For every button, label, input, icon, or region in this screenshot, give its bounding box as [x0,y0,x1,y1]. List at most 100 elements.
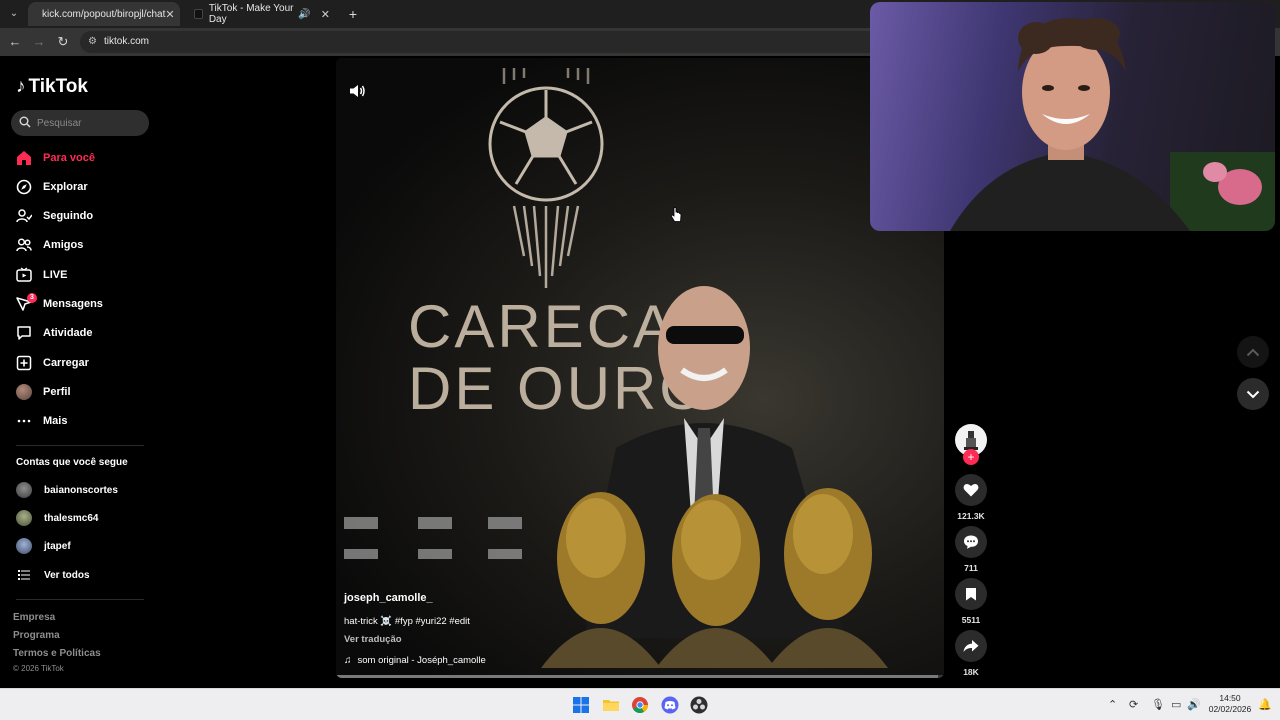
nav-item-label: Seguindo [43,210,94,222]
nav-item-amigos[interactable]: Amigos [16,235,83,255]
nav-item-mensagens[interactable]: 3 Mensagens [16,293,103,314]
avatar [16,510,32,526]
sync-icon[interactable]: ⟳ [1129,698,1138,711]
nav-item-label: LIVE [43,269,68,281]
bookmark-icon[interactable] [955,578,987,610]
following-account[interactable]: baianonscortes [16,481,118,499]
comment-count: 711 [964,563,978,573]
list-icon [16,567,32,583]
see-all-label: Ver todos [44,569,90,581]
tab-title: kick.com/popout/biropjl/chat [42,8,166,20]
nav-item-label: Para você [43,152,95,164]
search-box[interactable] [11,110,149,136]
avatar [16,538,32,554]
see-all-link[interactable]: Ver todos [16,566,90,584]
compass-icon [16,179,32,195]
activity-icon [16,325,32,341]
streamer-photo [950,18,1275,231]
display-icon[interactable]: ▭ [1171,698,1181,711]
video-progress-bar[interactable] [336,675,944,678]
close-tab-icon[interactable]: ✕ [321,8,330,21]
address-text: tiktok.com [104,36,150,47]
forward-arrow-icon[interactable]: → [30,33,48,51]
previous-video-button[interactable] [1237,336,1269,368]
save-count: 5511 [961,615,981,625]
chevron-up-icon [1246,348,1260,356]
account-name: jtapef [44,540,71,552]
avatar [16,482,32,498]
messages-badge: 3 [27,293,37,303]
tab-kick-chat[interactable]: kick.com/popout/biropjl/chat ✕ [28,2,180,26]
save-action[interactable]: 5511 [955,578,987,625]
tab-audio-icon[interactable]: 🔊 [298,9,310,20]
tab-search-chevron-icon[interactable]: ⌄ [6,6,22,22]
share-count: 18K [963,667,979,677]
video-description: hat-trick ☠️ #fyp #yuri22 #edit [344,616,470,627]
following-icon [16,208,32,224]
back-arrow-icon[interactable]: ← [6,33,24,51]
speaker-icon[interactable]: 🔊 [1187,698,1201,711]
microphone-icon[interactable]: 🎙 [1151,698,1165,711]
nav-item-perfil[interactable]: Perfil [16,382,71,402]
copyright: © 2026 TikTok [13,664,64,673]
tiktok-logo[interactable]: ♪ TikTok [16,76,88,98]
nav-item-label: Atividade [43,327,93,339]
notification-bell-icon[interactable]: 🔔 [1258,698,1272,711]
site-info-icon[interactable]: ⚙ [88,31,97,53]
nav-item-para-voce[interactable]: Para você [16,148,95,168]
tab-tiktok[interactable]: TikTok - Make Your Day 🔊 ✕ [186,2,338,26]
address-input[interactable]: ⚙ tiktok.com [80,31,880,53]
volume-icon[interactable] [348,82,366,100]
footer-link-termos[interactable]: Termos e Políticas [13,648,101,659]
nav-item-explorar[interactable]: Explorar [16,177,88,197]
nav-item-live[interactable]: LIVE [16,265,67,285]
following-account[interactable]: thalesmc64 [16,509,98,527]
ball-emblem-graphic [488,68,604,288]
nav-item-label: Explorar [43,181,88,193]
nav-item-atividade[interactable]: Atividade [16,323,93,343]
music-note-icon: ♫ [344,655,352,666]
file-explorer-icon[interactable] [602,696,620,714]
following-account[interactable]: jtapef [16,537,71,555]
nav-item-label: Mais [43,415,68,427]
nav-item-mais[interactable]: Mais [16,411,67,431]
footer-link-programa[interactable]: Programa [13,630,60,641]
comment-icon[interactable] [955,526,987,558]
chrome-icon[interactable] [631,696,649,714]
tiktok-sidebar: ♪ TikTok Para você Explorar Seguindo Ami… [0,56,170,688]
tiktok-note-icon: ♪ [16,76,26,97]
more-icon [16,413,32,429]
obs-icon[interactable] [690,696,708,714]
music-title: som original - Joséph_camolle [357,655,486,666]
heart-icon[interactable] [955,474,987,506]
chevron-down-icon [1246,390,1260,398]
close-tab-icon[interactable]: ✕ [165,8,174,21]
tray-overflow-icon[interactable]: ⌃ [1108,698,1117,711]
video-music[interactable]: ♫ som original - Joséph_camolle [344,655,486,666]
next-video-button[interactable] [1237,378,1269,410]
share-icon[interactable] [955,630,987,662]
search-input[interactable] [37,110,143,136]
upload-icon [16,355,32,371]
new-tab-button[interactable]: + [344,5,362,23]
like-action[interactable]: 121.3K [955,474,987,521]
nav-item-carregar[interactable]: Carregar [16,353,89,373]
discord-icon[interactable] [661,696,679,714]
video-author-username[interactable]: joseph_camolle_ [344,592,433,604]
footer-link-empresa[interactable]: Empresa [13,612,55,623]
tiktok-favicon-icon [194,9,203,19]
system-clock[interactable]: 14:50 02/02/2026 [1206,693,1254,715]
reload-icon[interactable]: ↻ [54,33,72,51]
messages-icon: 3 [16,293,37,312]
windows-start-icon[interactable] [572,696,590,714]
sidebar-divider [16,445,144,446]
share-action[interactable]: 18K [955,630,987,677]
comment-action[interactable]: 711 [955,526,987,573]
clock-time: 14:50 [1219,693,1241,703]
video-player[interactable]: CARECA DE OURO joseph_camolle_ hat-trick… [336,58,944,678]
tab-title: TikTok - Make Your Day [208,3,294,25]
nav-item-seguindo[interactable]: Seguindo [16,206,93,226]
like-count: 121.3K [957,511,985,521]
follow-plus-button[interactable]: + [963,449,979,465]
see-translation-link[interactable]: Ver tradução [344,634,402,645]
